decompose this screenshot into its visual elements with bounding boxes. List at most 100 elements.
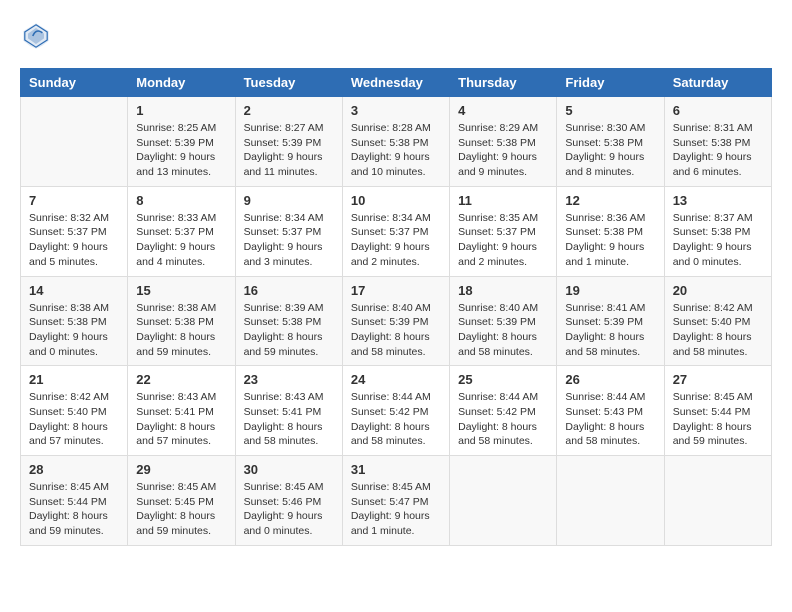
calendar-cell: 10Sunrise: 8:34 AM Sunset: 5:37 PM Dayli… xyxy=(342,186,449,276)
day-number: 31 xyxy=(351,462,441,477)
calendar-cell: 1 Sunrise: 8:25 AM Sunset: 5:39 PM Daylig… xyxy=(128,97,235,187)
calendar-cell: 17 Sunrise: 8:40 AM Sunset: 5:39 PM Dayli… xyxy=(342,276,449,366)
day-info: Sunrise: 8:29 AM Sunset: 5:38 PM Dayligh… xyxy=(458,121,548,180)
calendar-cell: 30 Sunrise: 8:45 AM Sunset: 5:46 PM Dayli… xyxy=(235,456,342,546)
day-number: 13 xyxy=(673,193,763,208)
day-number: 17 xyxy=(351,283,441,298)
day-number: 8 xyxy=(136,193,226,208)
day-number: 3 xyxy=(351,103,441,118)
day-number: 25 xyxy=(458,372,548,387)
day-number: 16 xyxy=(244,283,334,298)
calendar-table: SundayMondayTuesdayWednesdayThursdayFrid… xyxy=(20,68,772,546)
weekday-header-thursday: Thursday xyxy=(450,69,557,97)
day-number: 29 xyxy=(136,462,226,477)
day-number: 18 xyxy=(458,283,548,298)
weekday-header-tuesday: Tuesday xyxy=(235,69,342,97)
calendar-week-4: 21 Sunrise: 8:42 AM Sunset: 5:40 PM Dayli… xyxy=(21,366,772,456)
day-number: 7 xyxy=(29,193,119,208)
day-number: 26 xyxy=(565,372,655,387)
calendar-cell: 12 Sunrise: 8:36 AM Sunset: 5:38 PM Dayli… xyxy=(557,186,664,276)
day-info: Sunrise: 8:42 AM Sunset: 5:40 PM Dayligh… xyxy=(673,301,763,360)
day-info: Sunrise: 8:39 AM Sunset: 5:38 PM Dayligh… xyxy=(244,301,334,360)
calendar-cell: 20 Sunrise: 8:42 AM Sunset: 5:40 PM Dayli… xyxy=(664,276,771,366)
day-number: 28 xyxy=(29,462,119,477)
day-info: Sunrise: 8:38 AM Sunset: 5:38 PM Dayligh… xyxy=(136,301,226,360)
day-info: Sunrise: 8:34 AM Sunset: 5:37 PM Dayligh… xyxy=(244,211,334,270)
calendar-cell: 23 Sunrise: 8:43 AM Sunset: 5:41 PM Dayli… xyxy=(235,366,342,456)
day-info: Sunrise: 8:40 AM Sunset: 5:39 PM Dayligh… xyxy=(458,301,548,360)
day-number: 27 xyxy=(673,372,763,387)
day-number: 2 xyxy=(244,103,334,118)
day-number: 20 xyxy=(673,283,763,298)
weekday-header-sunday: Sunday xyxy=(21,69,128,97)
day-number: 10 xyxy=(351,193,441,208)
day-info: Sunrise: 8:31 AM Sunset: 5:38 PM Dayligh… xyxy=(673,121,763,180)
calendar-cell: 25 Sunrise: 8:44 AM Sunset: 5:42 PM Dayli… xyxy=(450,366,557,456)
calendar-cell xyxy=(664,456,771,546)
calendar-cell: 3 Sunrise: 8:28 AM Sunset: 5:38 PM Daylig… xyxy=(342,97,449,187)
calendar-week-3: 14 Sunrise: 8:38 AM Sunset: 5:38 PM Dayli… xyxy=(21,276,772,366)
calendar-cell: 14 Sunrise: 8:38 AM Sunset: 5:38 PM Dayli… xyxy=(21,276,128,366)
day-info: Sunrise: 8:45 AM Sunset: 5:45 PM Dayligh… xyxy=(136,480,226,539)
day-number: 21 xyxy=(29,372,119,387)
calendar-cell: 18 Sunrise: 8:40 AM Sunset: 5:39 PM Dayli… xyxy=(450,276,557,366)
weekday-row: SundayMondayTuesdayWednesdayThursdayFrid… xyxy=(21,69,772,97)
day-info: Sunrise: 8:33 AM Sunset: 5:37 PM Dayligh… xyxy=(136,211,226,270)
day-info: Sunrise: 8:27 AM Sunset: 5:39 PM Dayligh… xyxy=(244,121,334,180)
day-info: Sunrise: 8:44 AM Sunset: 5:42 PM Dayligh… xyxy=(351,390,441,449)
weekday-header-monday: Monday xyxy=(128,69,235,97)
day-info: Sunrise: 8:43 AM Sunset: 5:41 PM Dayligh… xyxy=(136,390,226,449)
calendar-cell xyxy=(450,456,557,546)
day-info: Sunrise: 8:37 AM Sunset: 5:38 PM Dayligh… xyxy=(673,211,763,270)
day-number: 30 xyxy=(244,462,334,477)
day-info: Sunrise: 8:44 AM Sunset: 5:43 PM Dayligh… xyxy=(565,390,655,449)
logo-icon xyxy=(20,20,52,52)
calendar-week-1: 1 Sunrise: 8:25 AM Sunset: 5:39 PM Daylig… xyxy=(21,97,772,187)
day-info: Sunrise: 8:36 AM Sunset: 5:38 PM Dayligh… xyxy=(565,211,655,270)
calendar-body: 1 Sunrise: 8:25 AM Sunset: 5:39 PM Daylig… xyxy=(21,97,772,546)
calendar-cell xyxy=(557,456,664,546)
day-info: Sunrise: 8:45 AM Sunset: 5:44 PM Dayligh… xyxy=(673,390,763,449)
calendar-cell: 26 Sunrise: 8:44 AM Sunset: 5:43 PM Dayli… xyxy=(557,366,664,456)
calendar-cell: 29 Sunrise: 8:45 AM Sunset: 5:45 PM Dayli… xyxy=(128,456,235,546)
calendar-cell: 6Sunrise: 8:31 AM Sunset: 5:38 PM Daylig… xyxy=(664,97,771,187)
day-number: 4 xyxy=(458,103,548,118)
day-info: Sunrise: 8:45 AM Sunset: 5:44 PM Dayligh… xyxy=(29,480,119,539)
day-info: Sunrise: 8:25 AM Sunset: 5:39 PM Dayligh… xyxy=(136,121,226,180)
day-number: 1 xyxy=(136,103,226,118)
day-number: 12 xyxy=(565,193,655,208)
calendar-cell: 9Sunrise: 8:34 AM Sunset: 5:37 PM Daylig… xyxy=(235,186,342,276)
day-info: Sunrise: 8:44 AM Sunset: 5:42 PM Dayligh… xyxy=(458,390,548,449)
day-info: Sunrise: 8:40 AM Sunset: 5:39 PM Dayligh… xyxy=(351,301,441,360)
calendar-cell: 13 Sunrise: 8:37 AM Sunset: 5:38 PM Dayli… xyxy=(664,186,771,276)
page-header xyxy=(20,20,772,52)
day-number: 23 xyxy=(244,372,334,387)
calendar-cell: 16 Sunrise: 8:39 AM Sunset: 5:38 PM Dayli… xyxy=(235,276,342,366)
calendar-week-5: 28 Sunrise: 8:45 AM Sunset: 5:44 PM Dayli… xyxy=(21,456,772,546)
day-info: Sunrise: 8:45 AM Sunset: 5:47 PM Dayligh… xyxy=(351,480,441,539)
calendar-cell: 24 Sunrise: 8:44 AM Sunset: 5:42 PM Dayli… xyxy=(342,366,449,456)
logo xyxy=(20,20,56,52)
weekday-header-saturday: Saturday xyxy=(664,69,771,97)
day-info: Sunrise: 8:32 AM Sunset: 5:37 PM Dayligh… xyxy=(29,211,119,270)
day-info: Sunrise: 8:35 AM Sunset: 5:37 PM Dayligh… xyxy=(458,211,548,270)
calendar-cell: 15 Sunrise: 8:38 AM Sunset: 5:38 PM Dayli… xyxy=(128,276,235,366)
day-number: 11 xyxy=(458,193,548,208)
day-number: 15 xyxy=(136,283,226,298)
day-number: 22 xyxy=(136,372,226,387)
day-info: Sunrise: 8:42 AM Sunset: 5:40 PM Dayligh… xyxy=(29,390,119,449)
day-number: 24 xyxy=(351,372,441,387)
calendar-cell: 31 Sunrise: 8:45 AM Sunset: 5:47 PM Dayli… xyxy=(342,456,449,546)
day-info: Sunrise: 8:38 AM Sunset: 5:38 PM Dayligh… xyxy=(29,301,119,360)
day-number: 14 xyxy=(29,283,119,298)
calendar-cell: 8 Sunrise: 8:33 AM Sunset: 5:37 PM Daylig… xyxy=(128,186,235,276)
day-info: Sunrise: 8:43 AM Sunset: 5:41 PM Dayligh… xyxy=(244,390,334,449)
day-info: Sunrise: 8:45 AM Sunset: 5:46 PM Dayligh… xyxy=(244,480,334,539)
calendar-cell: 11 Sunrise: 8:35 AM Sunset: 5:37 PM Dayli… xyxy=(450,186,557,276)
calendar-header: SundayMondayTuesdayWednesdayThursdayFrid… xyxy=(21,69,772,97)
day-info: Sunrise: 8:28 AM Sunset: 5:38 PM Dayligh… xyxy=(351,121,441,180)
day-number: 5 xyxy=(565,103,655,118)
day-info: Sunrise: 8:41 AM Sunset: 5:39 PM Dayligh… xyxy=(565,301,655,360)
calendar-cell: 7 Sunrise: 8:32 AM Sunset: 5:37 PM Daylig… xyxy=(21,186,128,276)
calendar-week-2: 7 Sunrise: 8:32 AM Sunset: 5:37 PM Daylig… xyxy=(21,186,772,276)
